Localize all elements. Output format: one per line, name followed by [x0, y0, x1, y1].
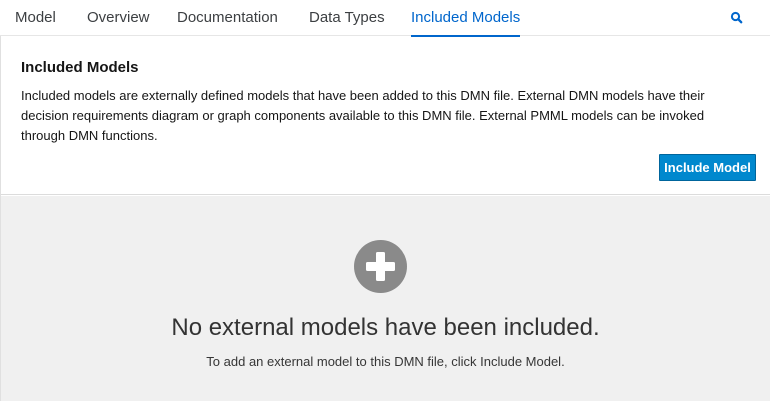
tab-overview[interactable]: Overview	[87, 0, 150, 36]
empty-state: No external models have been included. T…	[1, 196, 770, 401]
tab-model[interactable]: Model	[15, 0, 56, 36]
search-icon[interactable]	[728, 9, 746, 27]
editor-tab-bar: Model Overview Documentation Data Types …	[0, 0, 770, 37]
empty-state-title: No external models have been included.	[171, 314, 600, 341]
tab-data-types[interactable]: Data Types	[309, 0, 385, 36]
include-model-button[interactable]: Include Model	[659, 154, 756, 181]
included-models-section: Included Models Included models are exte…	[1, 37, 770, 195]
empty-state-subtitle: To add an external model to this DMN fil…	[206, 354, 565, 369]
tab-included-models[interactable]: Included Models	[411, 0, 521, 37]
section-description: Included models are externally defined m…	[21, 88, 705, 143]
section-title: Included Models	[21, 59, 139, 76]
plus-circle-icon	[354, 240, 407, 293]
tab-documentation[interactable]: Documentation	[177, 0, 278, 36]
